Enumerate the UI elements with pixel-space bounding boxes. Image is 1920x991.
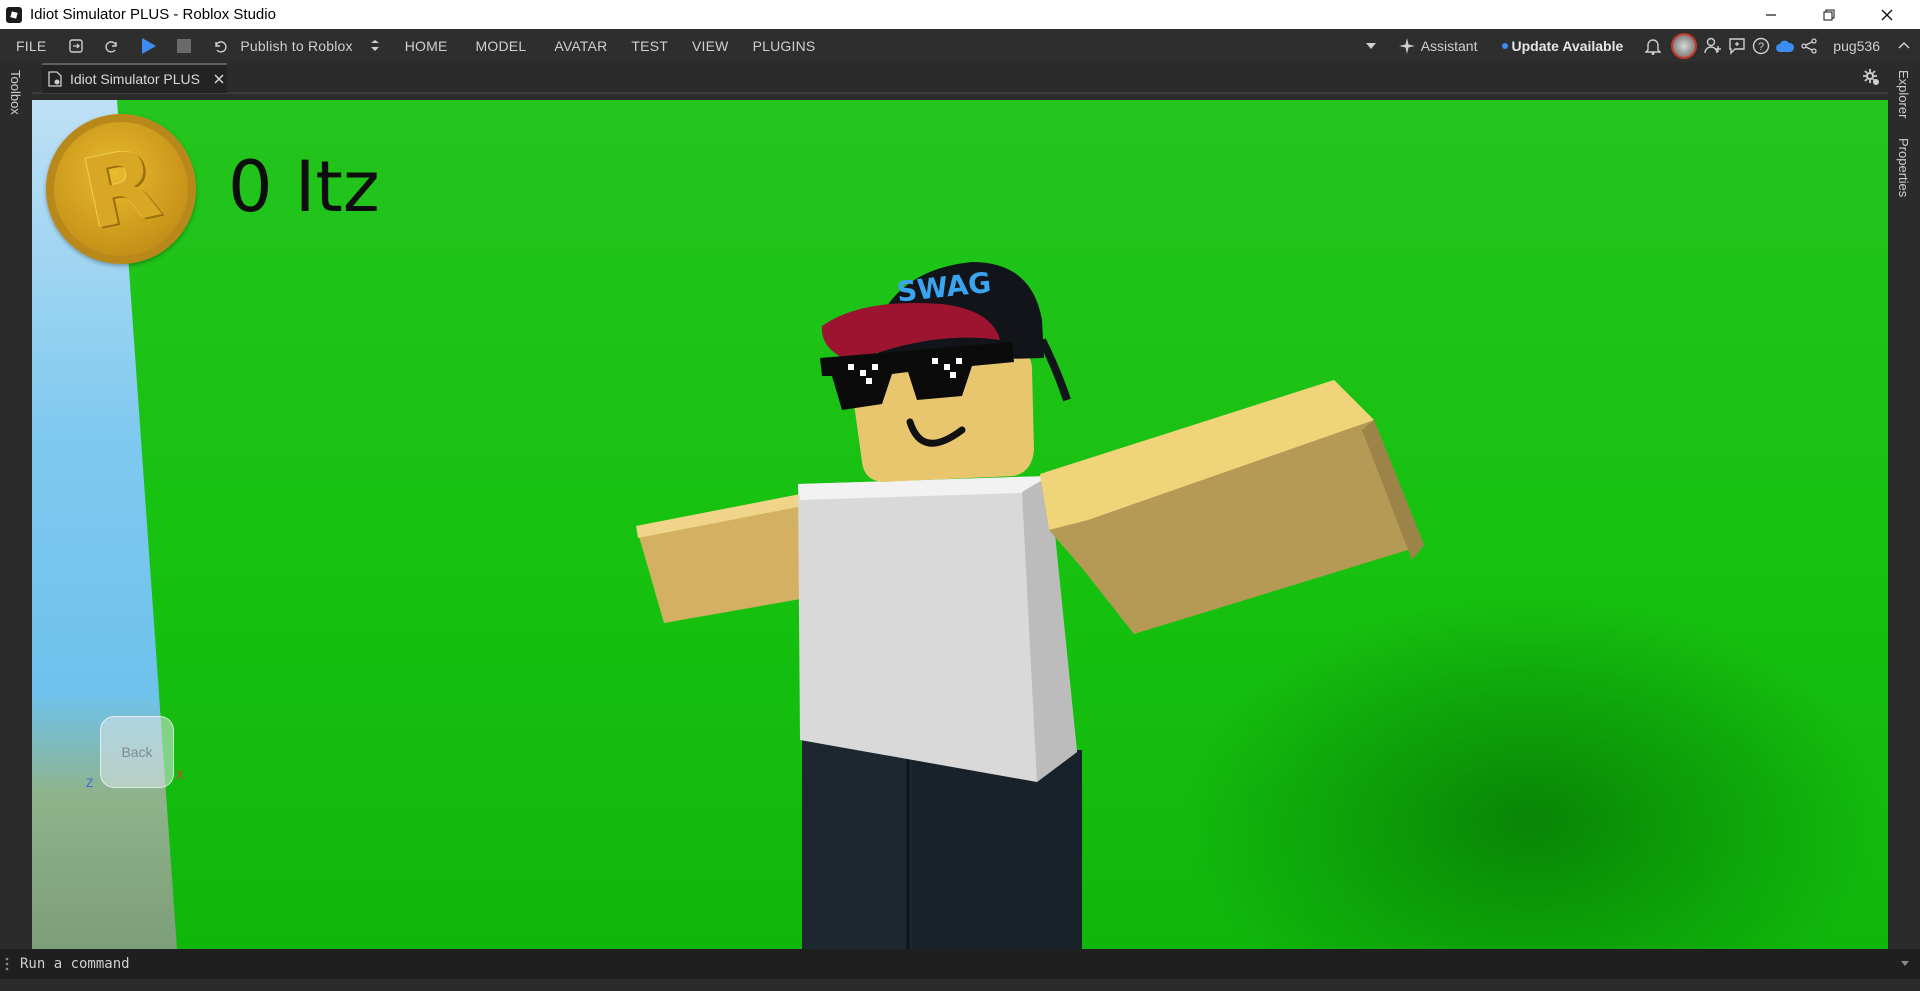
share-icon[interactable] — [1799, 36, 1819, 56]
left-dock-strip: Toolbox — [0, 62, 32, 949]
right-toolbar: Assistant Update Available ? pug536 — [1353, 29, 1920, 62]
cloud-icon[interactable] — [1775, 36, 1795, 56]
chevron-up-icon[interactable] — [1894, 36, 1914, 56]
username-label[interactable]: pug536 — [1825, 38, 1888, 54]
tab-model[interactable]: MODEL — [460, 38, 543, 54]
svg-text:?: ? — [1758, 41, 1764, 53]
restore-icon — [1823, 9, 1835, 20]
command-bar[interactable]: Run a command — [0, 949, 1920, 979]
axis-z-label: Z — [86, 776, 94, 790]
menu-bar: FILE Publish to Roblox HOME MODEL AVATAR… — [0, 29, 1920, 62]
publish-button[interactable]: Publish to Roblox — [238, 38, 356, 54]
document-tab-bar: Idiot Simulator PLUS — [32, 62, 1888, 94]
status-strip — [0, 979, 1920, 991]
place-file-icon — [48, 71, 62, 87]
tab-document[interactable]: Idiot Simulator PLUS — [42, 63, 227, 93]
window-title: Idiot Simulator PLUS - Roblox Studio — [30, 6, 276, 23]
tab-test[interactable]: TEST — [619, 38, 680, 54]
view-cube[interactable]: Back — [100, 716, 174, 788]
settings-gear-icon[interactable] — [1862, 68, 1880, 91]
explorer-panel-tab[interactable]: Explorer — [1896, 70, 1911, 118]
avatar-character[interactable]: SWAG — [32, 100, 1888, 949]
document-tab-label: Idiot Simulator PLUS — [70, 71, 200, 87]
close-icon — [1881, 9, 1893, 20]
add-collaborator-icon[interactable] — [1703, 36, 1723, 56]
chevron-down-icon[interactable] — [1361, 36, 1381, 56]
assistant-button[interactable]: Assistant — [1421, 38, 1502, 54]
right-dock-strip: Explorer Properties — [1888, 62, 1920, 949]
help-icon[interactable]: ? — [1751, 36, 1771, 56]
roblox-studio-icon — [6, 6, 22, 23]
publish-dropdown-icon[interactable] — [365, 36, 385, 56]
view-cube-face-label: Back — [121, 744, 153, 760]
update-available-button[interactable]: Update Available — [1512, 38, 1640, 54]
file-menu[interactable]: FILE — [0, 38, 58, 54]
minimize-icon — [1766, 13, 1776, 16]
restore-button[interactable] — [1800, 0, 1858, 29]
feedback-icon[interactable] — [1727, 36, 1747, 56]
command-input[interactable]: Run a command — [20, 956, 130, 972]
window-titlebar: Idiot Simulator PLUS - Roblox Studio — [0, 0, 1920, 29]
axis-x-label: X — [176, 768, 185, 782]
undo-icon[interactable] — [210, 36, 230, 56]
properties-panel-tab[interactable]: Properties — [1896, 138, 1911, 197]
stop-icon[interactable] — [174, 36, 194, 56]
sparkle-icon — [1397, 36, 1417, 56]
file-sync-icon[interactable] — [66, 36, 86, 56]
avatar[interactable] — [1671, 32, 1698, 59]
minimize-button[interactable] — [1742, 0, 1800, 29]
command-dropdown-icon[interactable] — [1900, 960, 1910, 968]
tab-view[interactable]: VIEW — [680, 38, 741, 54]
tab-avatar[interactable]: AVATAR — [542, 38, 619, 54]
close-tab-icon[interactable] — [214, 74, 224, 84]
tab-home[interactable]: HOME — [393, 38, 460, 54]
game-viewport[interactable]: R 0 Itz SWAG Back Z X — [32, 100, 1888, 949]
close-window-button[interactable] — [1858, 0, 1916, 29]
tab-plugins[interactable]: PLUGINS — [741, 38, 828, 54]
drag-handle-icon[interactable] — [4, 956, 10, 972]
avatar-right-leg — [912, 750, 1082, 949]
play-icon[interactable] — [138, 36, 158, 56]
update-dot-icon — [1501, 42, 1508, 49]
toolbox-panel-tab[interactable]: Toolbox — [8, 70, 23, 115]
redo-icon[interactable] — [102, 36, 122, 56]
notification-bell-icon[interactable] — [1643, 36, 1663, 56]
